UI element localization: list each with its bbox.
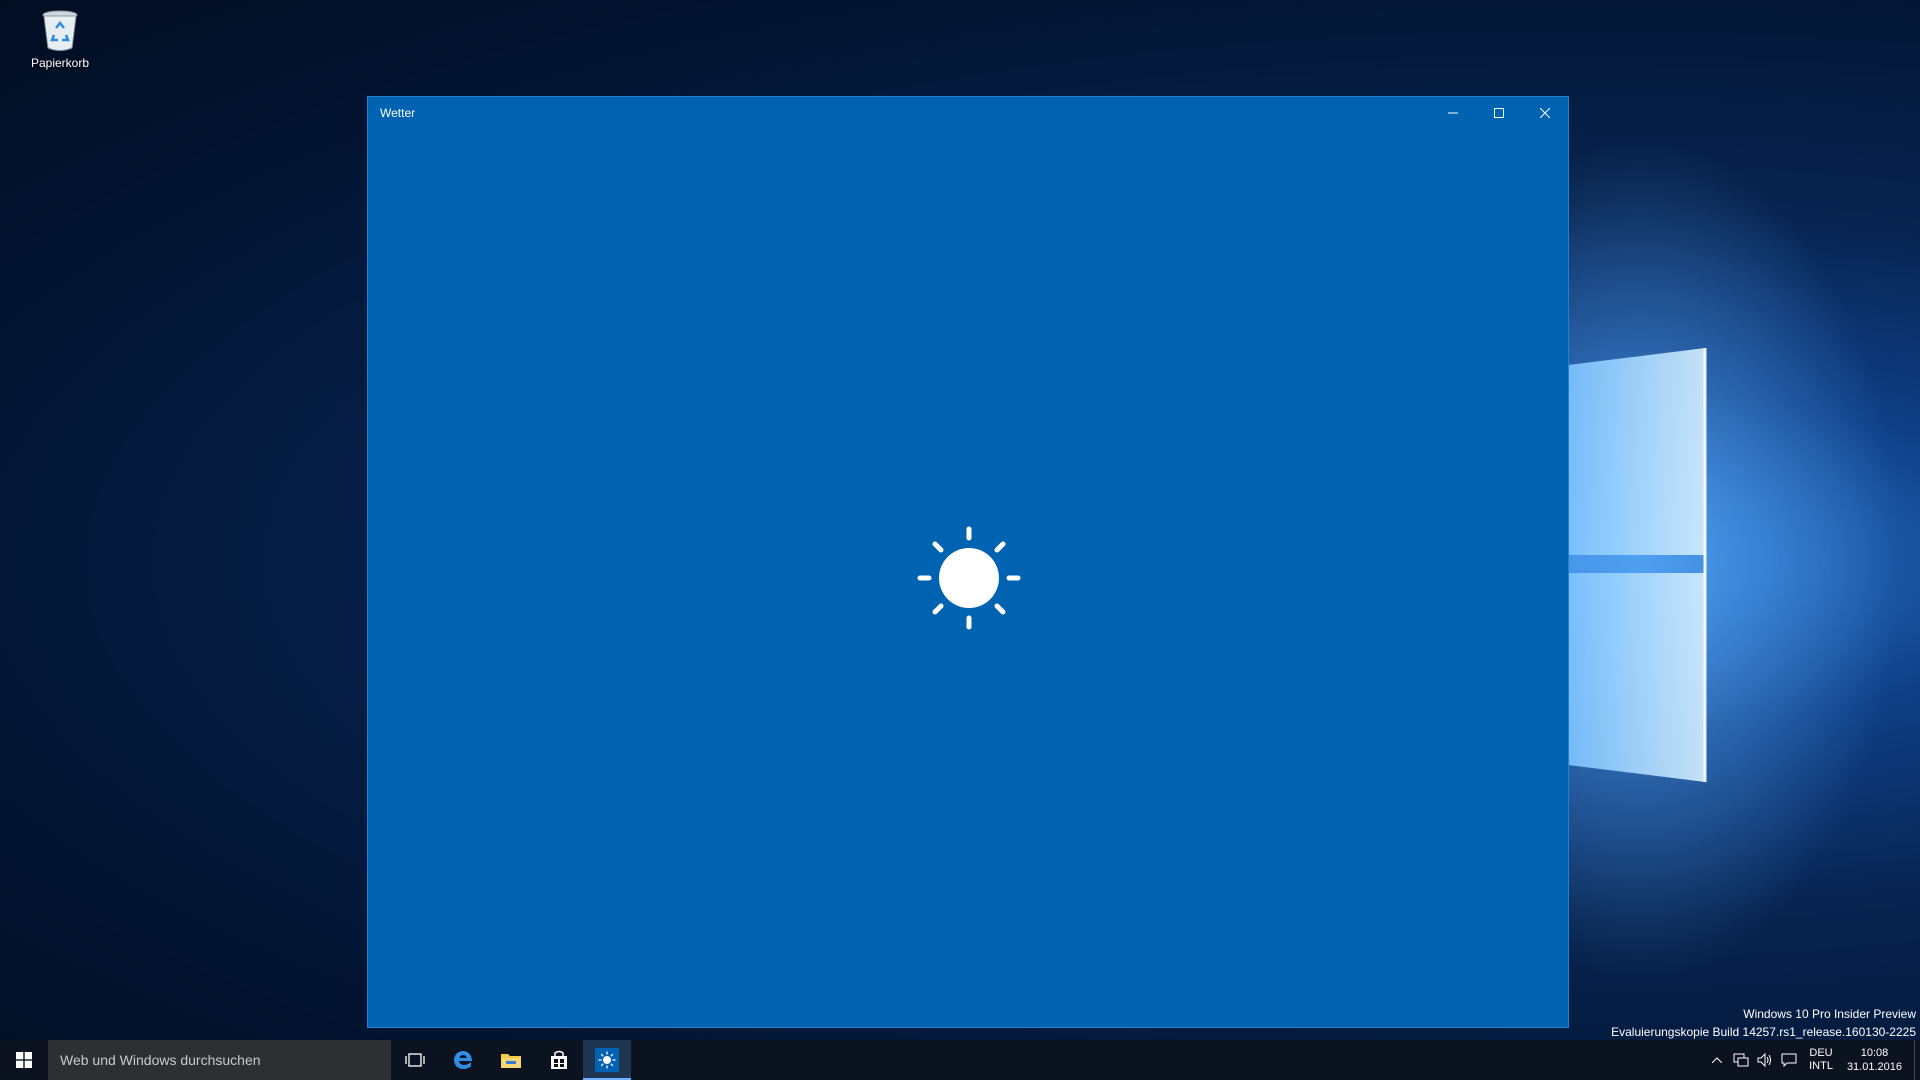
window-title: Wetter	[380, 106, 416, 120]
recycle-bin-icon	[42, 10, 78, 51]
edge-taskbar-button[interactable]	[439, 1040, 487, 1080]
watermark-edition: Windows 10 Pro Insider Preview	[1743, 1007, 1916, 1021]
network-tray-button[interactable]	[1729, 1040, 1753, 1080]
recycle-bin-desktop-icon[interactable]: Papierkorb	[18, 8, 102, 70]
weather-app-window: Wetter	[367, 96, 1569, 1028]
clock-date: 31.01.2016	[1846, 1061, 1902, 1073]
keyboard-layout: INTL	[1809, 1060, 1833, 1072]
close-button[interactable]	[1522, 97, 1568, 129]
watermark-build: Evaluierungskopie Build 14257.rs1_releas…	[1611, 1025, 1916, 1039]
minimize-button[interactable]	[1430, 97, 1476, 129]
recycle-bin-label: Papierkorb	[30, 56, 90, 70]
search-placeholder: Web und Windows durchsuchen	[60, 1052, 261, 1068]
store-icon	[551, 1050, 567, 1069]
task-view-button[interactable]	[391, 1040, 439, 1080]
action-center-button[interactable]	[1777, 1040, 1801, 1080]
maximize-icon	[1494, 108, 1504, 118]
maximize-button[interactable]	[1476, 97, 1522, 129]
volume-tray-button[interactable]	[1753, 1040, 1777, 1080]
network-icon	[1733, 1053, 1749, 1067]
title-bar[interactable]: Wetter	[368, 97, 1568, 129]
close-icon	[1540, 108, 1550, 118]
minimize-icon	[1448, 112, 1458, 114]
build-watermark: Windows 10 Pro Insider Preview Evaluieru…	[1611, 1005, 1916, 1041]
system-tray: DEU INTL 10:08 31.01.2016	[1705, 1040, 1920, 1080]
input-language-indicator[interactable]: DEU INTL	[1801, 1047, 1841, 1073]
show-desktop-button[interactable]	[1914, 1040, 1920, 1080]
show-hidden-icons-button[interactable]	[1705, 1040, 1729, 1080]
windows-logo-icon	[16, 1052, 32, 1068]
search-box[interactable]: Web und Windows durchsuchen	[48, 1040, 391, 1080]
weather-icon	[595, 1048, 619, 1072]
file-explorer-icon	[501, 1054, 521, 1068]
edge-icon	[454, 1051, 472, 1069]
start-button[interactable]	[0, 1040, 48, 1080]
clock-time: 10:08	[1860, 1047, 1889, 1059]
weather-taskbar-button[interactable]	[583, 1040, 631, 1080]
language-code: DEU	[1809, 1047, 1833, 1059]
taskbar: Web und Windows durchsuchen DEU INTL 10:…	[0, 1040, 1920, 1080]
store-taskbar-button[interactable]	[535, 1040, 583, 1080]
taskbar-clock[interactable]: 10:08 31.01.2016	[1841, 1046, 1914, 1074]
file-explorer-taskbar-button[interactable]	[487, 1040, 535, 1080]
action-center-icon	[1781, 1053, 1797, 1067]
task-view-icon	[405, 1053, 425, 1067]
chevron-up-icon	[1712, 1057, 1723, 1063]
sun-icon	[917, 526, 1021, 630]
volume-icon	[1757, 1053, 1772, 1067]
